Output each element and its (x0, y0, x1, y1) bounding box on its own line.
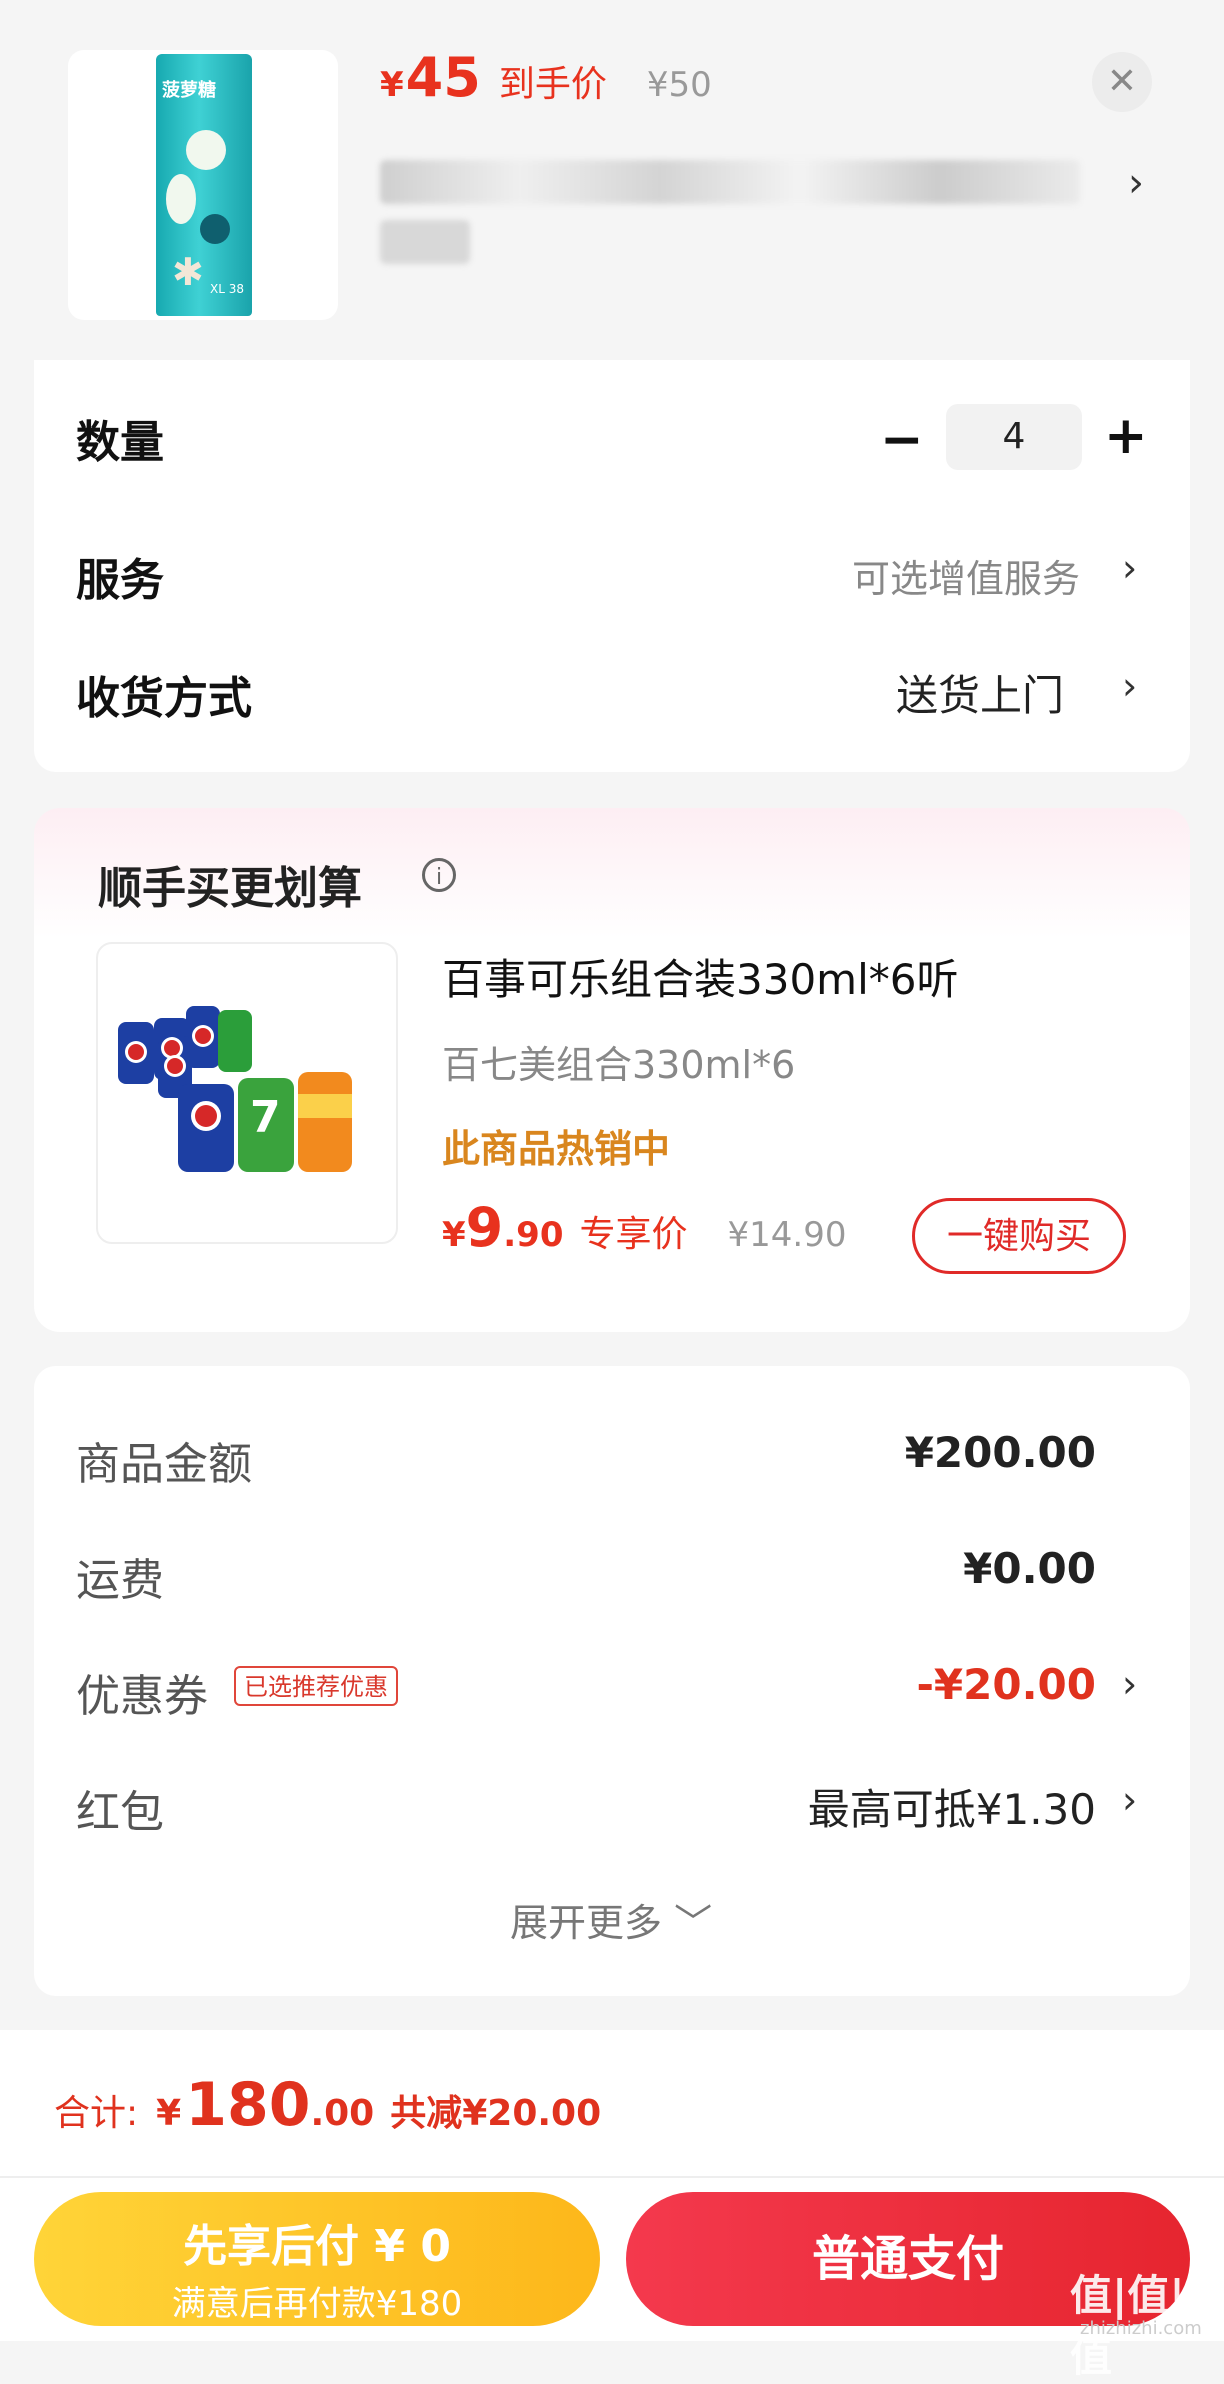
total-decimal: .00 (310, 2093, 375, 2134)
upsell-price-currency: ¥ (442, 1215, 466, 1255)
total-currency: ¥ (156, 2093, 182, 2134)
coupon-badge: 已选推荐优惠 (234, 1666, 398, 1706)
expand-more-button[interactable]: 展开更多 ﹀ (510, 1892, 712, 1947)
watermark-url: zhizhizhi.com (1080, 2318, 1202, 2339)
quantity-minus-button[interactable]: − (880, 410, 924, 470)
product-thumbnail[interactable]: 菠萝糖 ✱ XL 38 (68, 50, 338, 320)
total-label: 合计: (54, 2093, 139, 2134)
upsell-product-image[interactable]: 7 (96, 942, 398, 1244)
upsell-product-name[interactable]: 百事可乐组合装330ml*6听 (442, 946, 958, 1007)
product-price-row: ¥ 45 到手价 ¥50 (380, 46, 712, 109)
info-icon[interactable]: i (422, 858, 456, 892)
product-title-blurred (380, 160, 1080, 204)
service-label: 服务 (76, 555, 164, 606)
goods-amount-value: ¥200.00 (904, 1428, 1096, 1477)
close-icon[interactable]: ✕ (1092, 52, 1152, 112)
shipping-label: 运费 (76, 1555, 164, 1606)
chevron-right-icon[interactable]: › (1122, 546, 1137, 590)
quantity-plus-button[interactable]: + (1104, 406, 1148, 466)
upsell-product-subtitle: 百七美组合330ml*6 (442, 1043, 796, 1087)
red-packet-label: 红包 (76, 1787, 164, 1838)
coupon-label: 优惠券 (76, 1671, 208, 1722)
upsell-title: 顺手买更划算 (98, 863, 362, 914)
total-saved: 共减¥20.00 (390, 2093, 602, 2134)
total-integer: 180 (185, 2070, 311, 2140)
upsell-price-row: ¥ 9 .90 专享价 ¥14.90 (442, 1196, 846, 1259)
service-value[interactable]: 可选增值服务 (852, 548, 1080, 603)
original-price: ¥50 (646, 65, 712, 105)
product-title-blurred-line2 (380, 220, 470, 264)
upsell-price-tag: 专享价 (579, 1214, 688, 1255)
price-currency: ¥ (380, 65, 404, 105)
pay-later-title: 先享后付 ¥ 0 (183, 2221, 451, 2272)
soda-cans-illustration: 7 (118, 1006, 352, 1172)
can-size-text: XL 38 (210, 282, 244, 296)
upsell-original-price: ¥14.90 (727, 1215, 847, 1255)
chevron-right-icon[interactable]: › (1122, 1662, 1137, 1706)
shipping-value: ¥0.00 (963, 1544, 1096, 1593)
quantity-input[interactable]: 4 (946, 404, 1082, 470)
product-price: 45 (405, 46, 481, 109)
chevron-right-icon[interactable]: › (1128, 160, 1144, 206)
chevron-right-icon[interactable]: › (1122, 664, 1137, 708)
delivery-label: 收货方式 (76, 673, 252, 724)
price-tag: 到手价 (498, 64, 607, 105)
one-click-buy-button[interactable]: 一键购买 (912, 1198, 1126, 1274)
pay-later-subtitle: 满意后再付款¥180 (171, 2284, 463, 2324)
divider (0, 2176, 1224, 2178)
pay-later-button[interactable]: 先享后付 ¥ 0 满意后再付款¥180 (34, 2192, 600, 2326)
svg-text:7: 7 (250, 1092, 281, 1143)
goods-amount-label: 商品金额 (76, 1439, 252, 1490)
product-can-image: 菠萝糖 ✱ XL 38 (156, 54, 252, 316)
can-brand-text: 菠萝糖 (162, 80, 216, 101)
upsell-price-decimal: .90 (503, 1215, 564, 1255)
upsell-hot-label: 此商品热销中 (442, 1127, 671, 1171)
chevron-right-icon[interactable]: › (1122, 1778, 1137, 1822)
total-row: 合计: ¥ 180 .00 共减¥20.00 (54, 2070, 601, 2140)
red-packet-value[interactable]: 最高可抵¥1.30 (700, 1776, 1096, 1837)
upsell-price-integer: 9 (465, 1196, 504, 1259)
coupon-value[interactable]: -¥20.00 (800, 1660, 1096, 1709)
quantity-label: 数量 (76, 417, 164, 468)
delivery-value[interactable]: 送货上门 (896, 662, 1064, 723)
